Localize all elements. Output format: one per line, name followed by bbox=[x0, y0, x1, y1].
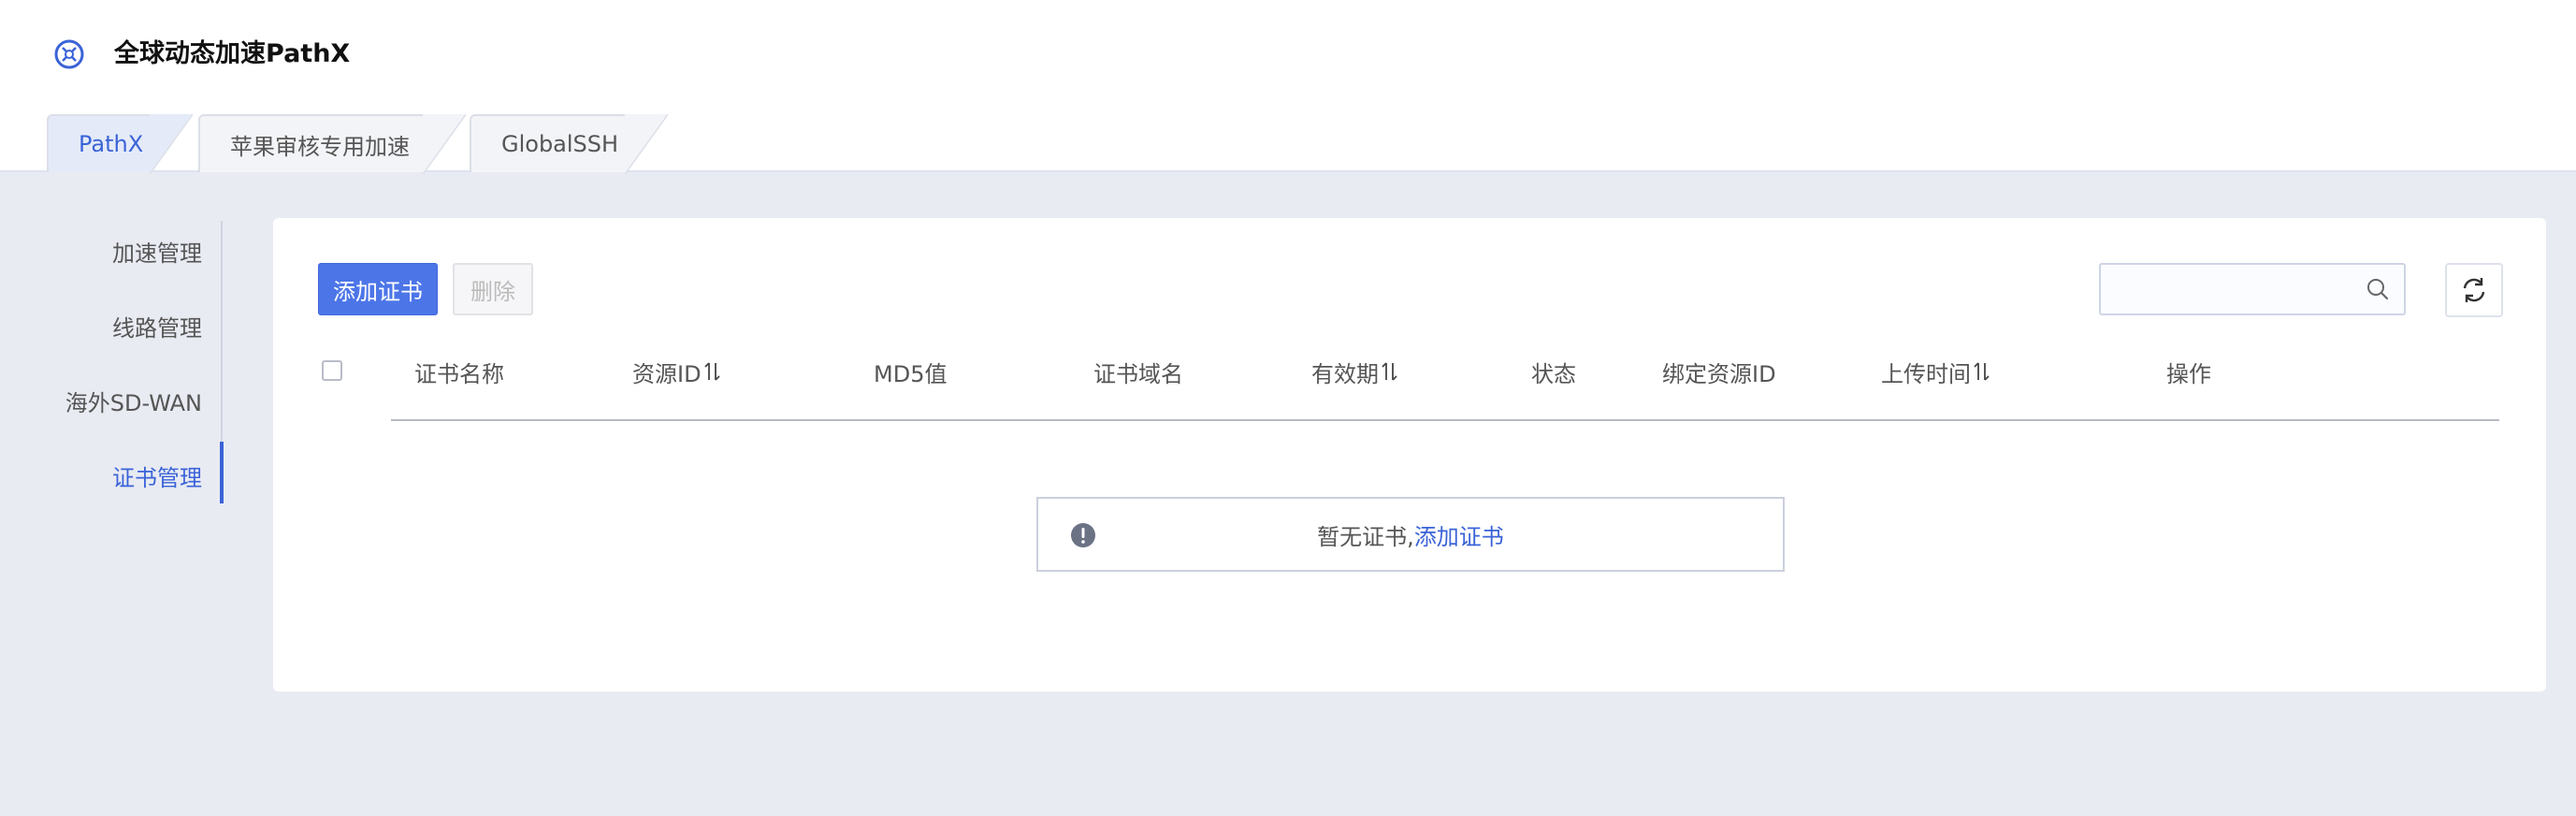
column-label: 证书名称 bbox=[414, 360, 504, 387]
column-label: 操作 bbox=[2166, 360, 2211, 387]
column-header-status: 状态 bbox=[1531, 353, 1576, 390]
sidebar-item-routes[interactable]: 线路管理 bbox=[0, 296, 204, 356]
table-header-divider bbox=[391, 419, 2499, 421]
column-header-resource-id[interactable]: 资源ID bbox=[632, 353, 722, 390]
tab-label: PathX bbox=[79, 131, 144, 157]
search-icon[interactable] bbox=[2365, 276, 2391, 302]
column-header-actions: 操作 bbox=[2166, 353, 2211, 390]
refresh-button[interactable] bbox=[2445, 263, 2503, 317]
sort-icon[interactable] bbox=[703, 361, 722, 382]
column-label: 上传时间 bbox=[1881, 360, 1971, 387]
sidebar-item-sdwan[interactable]: 海外SD-WAN bbox=[0, 371, 204, 430]
app-title: 全球动态加速PathX bbox=[114, 39, 351, 68]
refresh-icon bbox=[2463, 278, 2485, 302]
sidebar-item-certificates[interactable]: 证书管理 bbox=[0, 445, 204, 505]
sidebar-item-label: 证书管理 bbox=[112, 464, 202, 491]
empty-state: 暂无证书, 添加证书 bbox=[1036, 497, 1785, 572]
tab-globalssh[interactable]: GlobalSSH bbox=[470, 114, 668, 174]
column-label: 资源ID bbox=[632, 360, 702, 387]
sidebar-item-label: 海外SD-WAN bbox=[65, 389, 202, 416]
page-header: 全球动态加速PathX PathX 苹果审核专用加速 GlobalSSH bbox=[0, 0, 2576, 174]
delete-button[interactable]: 删除 bbox=[453, 263, 533, 315]
sidebar-item-acceleration[interactable]: 加速管理 bbox=[0, 221, 204, 281]
select-all-checkbox[interactable] bbox=[322, 360, 342, 381]
sort-icon[interactable] bbox=[1973, 361, 1991, 382]
sidebar-item-label: 加速管理 bbox=[112, 240, 202, 267]
add-certificate-button[interactable]: 添加证书 bbox=[318, 263, 438, 315]
tab-pathx[interactable]: PathX bbox=[47, 114, 193, 174]
tab-apple-review-acceleration[interactable]: 苹果审核专用加速 bbox=[198, 114, 466, 174]
certificate-panel: 添加证书 删除 证书名称 资源ID MD5值 证书域名 有效期 状态 绑定资源I… bbox=[273, 218, 2546, 692]
sidebar-active-indicator bbox=[220, 442, 224, 503]
search-box bbox=[2099, 263, 2406, 315]
empty-message: 暂无证书, 添加证书 bbox=[1038, 499, 1783, 570]
sidebar-item-label: 线路管理 bbox=[112, 314, 202, 342]
tab-label: 苹果审核专用加速 bbox=[230, 133, 410, 160]
sort-icon[interactable] bbox=[1381, 361, 1399, 382]
column-header-md5: MD5值 bbox=[874, 353, 947, 390]
column-label: 证书域名 bbox=[1093, 360, 1183, 387]
add-certificate-link[interactable]: 添加证书 bbox=[1414, 518, 1504, 551]
empty-text: 暂无证书, bbox=[1317, 523, 1414, 550]
sidebar: 加速管理 线路管理 海外SD-WAN 证书管理 bbox=[0, 221, 224, 502]
column-label: 状态 bbox=[1531, 360, 1576, 387]
column-header-cert-name: 证书名称 bbox=[414, 353, 504, 390]
column-label: 绑定资源ID bbox=[1662, 360, 1776, 387]
search-input[interactable] bbox=[2101, 265, 2353, 313]
pathx-logo-icon bbox=[54, 39, 84, 69]
column-header-upload-time[interactable]: 上传时间 bbox=[1881, 353, 1991, 390]
column-header-validity[interactable]: 有效期 bbox=[1311, 353, 1399, 390]
column-header-cert-domain: 证书域名 bbox=[1093, 353, 1183, 390]
column-label: MD5值 bbox=[874, 360, 948, 387]
column-label: 有效期 bbox=[1311, 360, 1379, 387]
tab-label: GlobalSSH bbox=[501, 131, 619, 157]
column-header-bound-resource-id: 绑定资源ID bbox=[1662, 353, 1776, 390]
